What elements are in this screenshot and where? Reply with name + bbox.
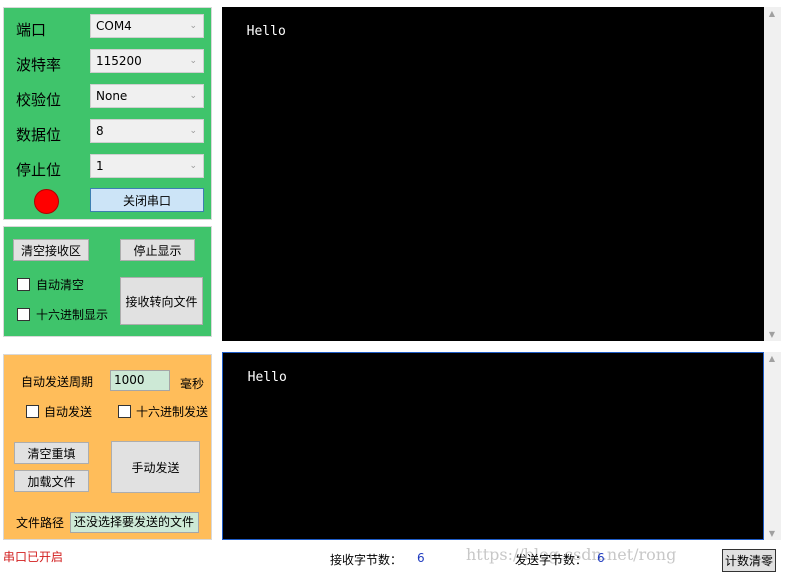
receive-textarea[interactable]: Hello	[222, 7, 764, 341]
file-path-input[interactable]: 还没选择要发送的文件	[70, 512, 199, 533]
receive-to-file-label: 接收转向文件	[125, 294, 198, 309]
send-text: Hello	[247, 370, 287, 385]
stop-display-button[interactable]: 停止显示	[120, 239, 195, 261]
scroll-up-icon[interactable]: ▲	[764, 354, 780, 363]
auto-clear-label: 自动清空	[36, 278, 85, 292]
hex-display-checkbox[interactable]	[17, 308, 30, 321]
baud-select[interactable]: 115200 ⌄	[90, 49, 204, 73]
receive-to-file-button[interactable]: 接收转向文件	[120, 277, 203, 325]
send-textarea[interactable]: Hello	[222, 352, 764, 540]
load-file-label: 加载文件	[27, 474, 76, 489]
auto-send-checkbox[interactable]	[26, 405, 39, 418]
scroll-down-icon[interactable]: ▼	[764, 330, 780, 339]
tx-count-value: 6	[597, 551, 605, 565]
databits-select[interactable]: 8 ⌄	[90, 119, 204, 143]
tx-count-label: 发送字节数：	[515, 553, 588, 567]
parity-label: 校验位	[16, 91, 62, 109]
manual-send-label: 手动发送	[131, 460, 180, 475]
chevron-down-icon: ⌄	[189, 91, 197, 101]
scroll-up-icon[interactable]: ▲	[764, 9, 780, 18]
auto-send-period-value: 1000	[114, 373, 145, 387]
databits-label: 数据位	[16, 126, 62, 144]
clear-receive-label: 清空接收区	[20, 243, 81, 258]
chevron-down-icon: ⌄	[189, 126, 197, 136]
port-label: 端口	[16, 21, 47, 39]
send-scrollbar[interactable]: ▲ ▼	[764, 352, 781, 540]
baud-value: 115200	[96, 54, 142, 68]
port-value: COM4	[96, 19, 132, 33]
port-status-text: 串口已开启	[3, 550, 64, 564]
chevron-down-icon: ⌄	[189, 21, 197, 31]
stopbits-value: 1	[96, 159, 104, 173]
reset-count-label: 计数清零	[724, 554, 773, 568]
scroll-down-icon[interactable]: ▼	[764, 529, 780, 538]
hex-display-label: 十六进制显示	[36, 308, 109, 322]
receive-text: Hello	[246, 24, 286, 39]
stop-display-label: 停止显示	[133, 243, 182, 258]
reset-count-button[interactable]: 计数清零	[722, 549, 776, 572]
manual-send-button[interactable]: 手动发送	[111, 441, 200, 493]
chevron-down-icon: ⌄	[189, 56, 197, 66]
chevron-down-icon: ⌄	[189, 161, 197, 171]
file-path-label: 文件路径	[16, 516, 65, 530]
port-status-indicator	[34, 189, 59, 214]
clear-receive-button[interactable]: 清空接收区	[13, 239, 89, 261]
stopbits-label: 停止位	[16, 161, 62, 179]
file-path-value: 还没选择要发送的文件	[74, 515, 195, 529]
toggle-port-button[interactable]: 关闭串口	[90, 188, 204, 212]
auto-send-period-label: 自动发送周期	[21, 375, 94, 389]
hex-send-label: 十六进制发送	[136, 405, 209, 419]
toggle-port-label: 关闭串口	[122, 193, 171, 208]
hex-send-checkbox[interactable]	[118, 405, 131, 418]
port-select[interactable]: COM4 ⌄	[90, 14, 204, 38]
load-file-button[interactable]: 加载文件	[14, 470, 89, 492]
auto-send-period-input[interactable]: 1000	[110, 370, 170, 391]
period-unit-label: 毫秒	[180, 377, 205, 391]
receive-scrollbar[interactable]: ▲ ▼	[764, 7, 781, 341]
databits-value: 8	[96, 124, 104, 138]
rx-count-label: 接收字节数：	[330, 553, 403, 567]
baud-label: 波特率	[16, 56, 62, 74]
auto-send-label: 自动发送	[44, 405, 93, 419]
parity-select[interactable]: None ⌄	[90, 84, 204, 108]
auto-clear-checkbox[interactable]	[17, 278, 30, 291]
parity-value: None	[96, 89, 128, 103]
clear-send-label: 清空重填	[27, 446, 76, 461]
stopbits-select[interactable]: 1 ⌄	[90, 154, 204, 178]
rx-count-value: 6	[417, 551, 425, 565]
clear-send-button[interactable]: 清空重填	[14, 442, 89, 464]
